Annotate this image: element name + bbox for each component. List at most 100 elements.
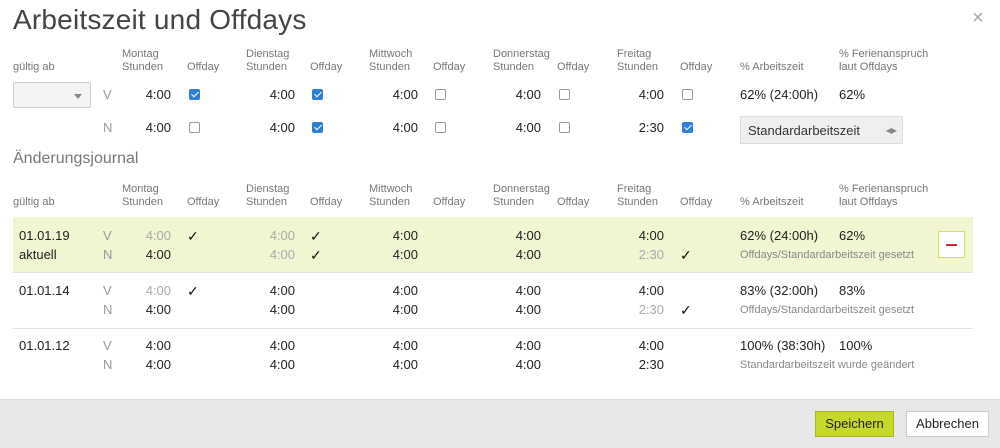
col-header-monday-offday: Offday [187,61,220,73]
offday-check-icon: ✓ [680,302,692,318]
remove-entry-button[interactable] [938,231,965,258]
col-header-valid-from: gültig ab [13,61,55,73]
hours-n-monday: 4:00 [145,357,171,372]
valid-from-select[interactable] [13,82,91,108]
hours-monday[interactable]: 4:00 [131,120,171,136]
hours-v-wednesday: 4:00 [392,338,418,353]
standard-worktime-select[interactable]: Standardarbeitszeit ◀▶ [740,116,903,144]
entry-vacation: 100% [839,338,873,353]
col-header-thursday: Donnerstag [493,48,550,60]
entry-worktime: 100% (38:30h) [740,338,826,353]
hours-v-tuesday: 4:00 [269,228,295,243]
shift-label: N [103,120,113,135]
hours-n-monday: 4:00 [145,302,171,317]
hours-n-tuesday: 4:00 [269,357,295,372]
offday-checkbox-monday[interactable] [189,89,200,100]
col-header-wednesday: Mittwoch [369,48,413,60]
col-header-friday-offday: Offday [680,196,713,208]
col-header-thursday-offday: Offday [557,196,590,208]
hours-thursday[interactable]: 4:00 [501,87,541,103]
col-header-monday-offday: Offday [187,196,220,208]
col-header-tuesday-hours: Stunden [246,61,287,73]
standard-worktime-value: Standardarbeitszeit [748,123,861,138]
col-header-tuesday: Dienstag [246,48,290,60]
offday-check-icon: ✓ [187,283,199,299]
shift-label-v: V [103,338,112,353]
hours-v-thursday: 4:00 [515,228,541,243]
hours-friday[interactable]: 4:00 [624,87,664,103]
col-header-tuesday-offday: Offday [310,61,343,73]
hours-v-thursday: 4:00 [515,283,541,298]
offday-check-icon: ✓ [310,228,322,244]
col-header-worktime: % Arbeitszeit [740,196,804,208]
col-header-vacation-sub: laut Offdays [839,61,898,73]
select-arrows-icon: ◀▶ [885,126,897,135]
hours-v-friday: 4:00 [638,228,664,243]
col-header-tuesday-hours: Stunden [246,196,287,208]
col-header-vacation: % Ferienanspruch [839,48,929,60]
offday-checkbox-tuesday[interactable] [312,89,323,100]
hours-n-thursday: 4:00 [515,247,541,262]
offday-check-icon: ✓ [310,247,322,263]
entry-status: aktuell [19,247,57,262]
entry-worktime: 62% (24:00h) [740,228,819,243]
offday-checkbox-wednesday[interactable] [435,89,446,100]
hours-n-thursday: 4:00 [515,357,541,372]
col-header-tuesday-offday: Offday [310,196,343,208]
col-header-wednesday-offday: Offday [433,61,466,73]
offday-checkbox-friday[interactable] [682,122,693,133]
hours-n-thursday: 4:00 [515,302,541,317]
col-header-wednesday: Mittwoch [369,183,413,195]
hours-n-tuesday: 4:00 [269,247,295,262]
cancel-button[interactable]: Abbrechen [906,411,989,437]
hours-monday[interactable]: 4:00 [131,87,171,103]
offday-checkbox-wednesday[interactable] [435,122,446,133]
shift-label-v: V [103,228,112,243]
col-header-friday: Freitag [617,48,652,60]
col-header-wednesday-hours: Stunden [369,61,410,73]
offday-check-icon: ✓ [680,247,692,263]
col-header-thursday: Donnerstag [493,183,550,195]
hours-wednesday[interactable]: 4:00 [378,120,418,136]
entry-note: Offdays/Standardarbeitszeit gesetzt [740,249,915,261]
offday-checkbox-thursday[interactable] [559,122,570,133]
col-header-monday: Montag [122,183,159,195]
offday-checkbox-monday[interactable] [189,122,200,133]
col-header-monday: Montag [122,48,159,60]
entry-vacation: 83% [839,283,866,298]
worktime-percent: 62% (24:00h) [740,87,819,102]
entry-worktime: 83% (32:00h) [740,283,819,298]
col-header-worktime: % Arbeitszeit [740,61,804,73]
col-header-monday-hours: Stunden [122,61,163,73]
col-header-tuesday: Dienstag [246,183,290,195]
current-entry-highlight [13,217,973,272]
hours-n-friday: 2:30 [638,302,664,317]
entry-vacation: 62% [839,228,866,243]
save-button[interactable]: Speichern [815,411,894,437]
offday-checkbox-thursday[interactable] [559,89,570,100]
hours-wednesday[interactable]: 4:00 [378,87,418,103]
hours-tuesday[interactable]: 4:00 [255,87,295,103]
col-header-vacation-sub: laut Offdays [839,196,898,208]
hours-friday[interactable]: 2:30 [624,120,664,136]
col-header-friday-hours: Stunden [617,61,658,73]
hours-v-tuesday: 4:00 [269,283,295,298]
offday-checkbox-friday[interactable] [682,89,693,100]
col-header-valid-from: gültig ab [13,196,55,208]
hours-v-wednesday: 4:00 [392,283,418,298]
hours-v-friday: 4:00 [638,338,664,353]
col-header-vacation: % Ferienanspruch [839,183,929,195]
shift-label-v: V [103,283,112,298]
hours-v-thursday: 4:00 [515,338,541,353]
close-icon[interactable]: × [972,8,984,28]
col-header-friday-hours: Stunden [617,196,658,208]
offday-checkbox-tuesday[interactable] [312,122,323,133]
hours-tuesday[interactable]: 4:00 [255,120,295,136]
hours-n-wednesday: 4:00 [392,357,418,372]
hours-n-monday: 4:00 [145,247,171,262]
shift-label-n: N [103,247,113,262]
hours-v-tuesday: 4:00 [269,338,295,353]
col-header-wednesday-hours: Stunden [369,196,410,208]
entry-note: Offdays/Standardarbeitszeit gesetzt [740,304,915,316]
hours-thursday[interactable]: 4:00 [501,120,541,136]
